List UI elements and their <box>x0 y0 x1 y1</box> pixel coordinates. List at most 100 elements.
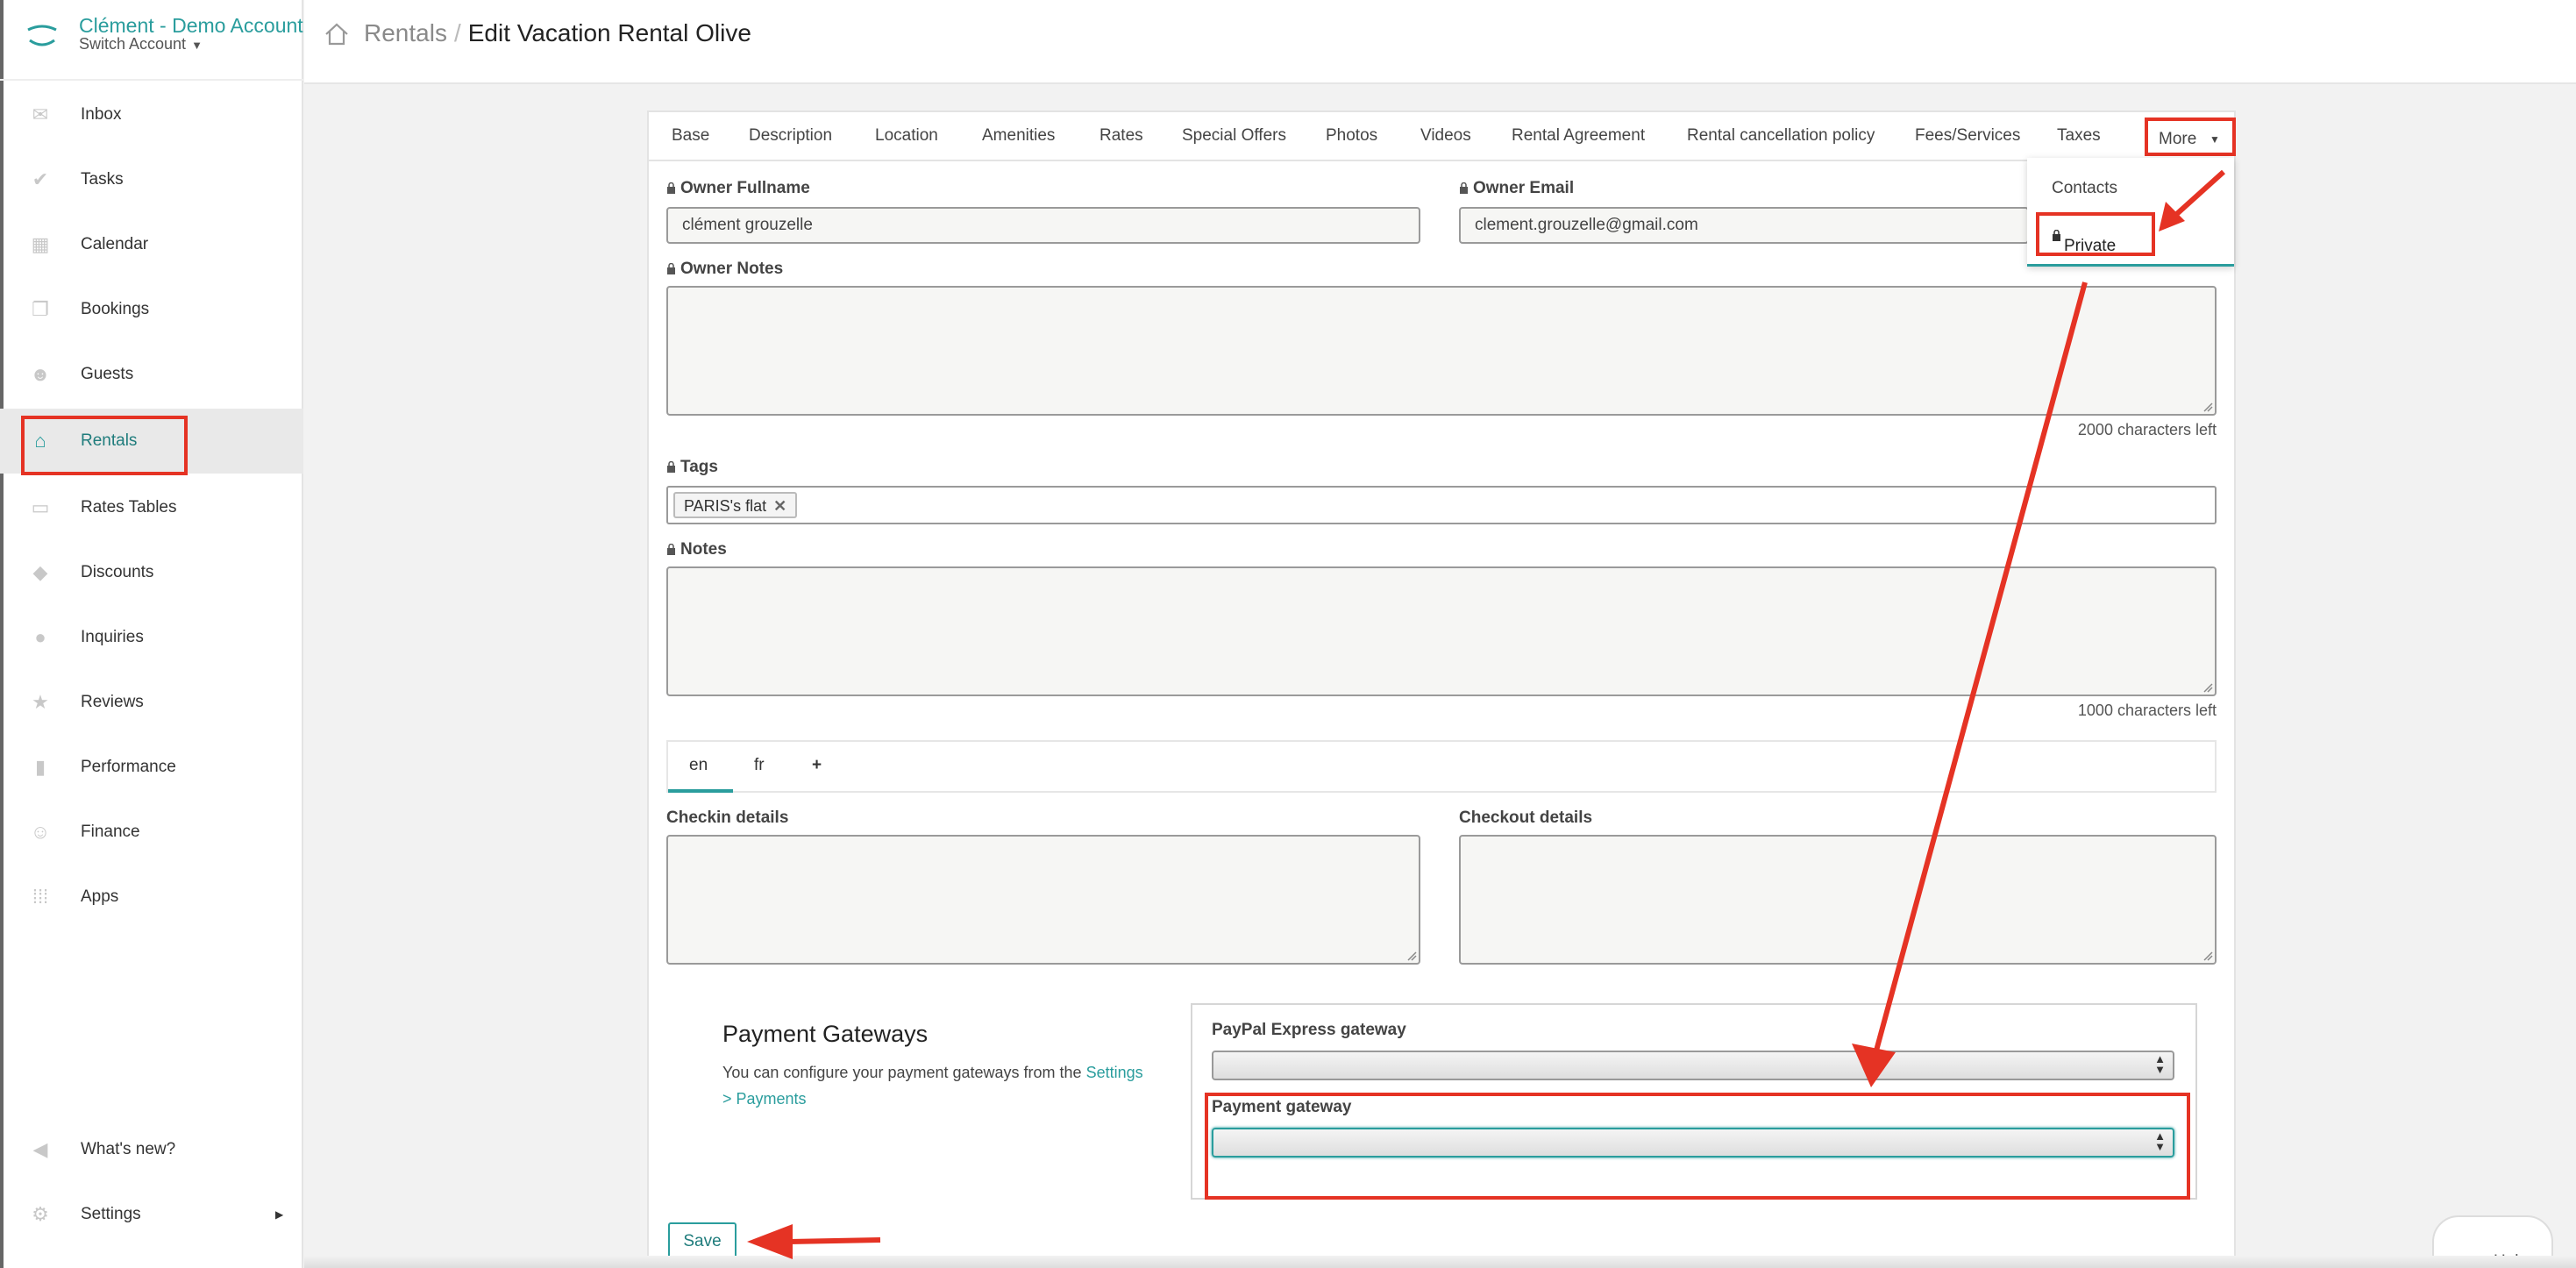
sidebar-item-label: Guests <box>81 365 134 383</box>
tab-fees-services[interactable]: Fees/Services <box>1915 126 2020 146</box>
home-icon[interactable] <box>324 21 350 47</box>
tab-description[interactable]: Description <box>749 126 832 146</box>
settings-payments-link[interactable]: Settings <box>1086 1064 1143 1081</box>
sidebar-item-label: Apps <box>81 887 119 906</box>
switch-account-link[interactable]: Switch Account ▼ <box>79 35 203 53</box>
lock-icon <box>1460 182 1468 194</box>
sidebar-item-label: Discounts <box>81 563 154 581</box>
account-switcher[interactable]: Clément - Demo Account Switch Account ▼ <box>0 0 303 81</box>
payment-gateways-panel: PayPal Express gateway ▲ ▼ Payment gatewa… <box>1191 1003 2197 1200</box>
tags-input[interactable]: PARIS's flat ✕ <box>666 486 2217 524</box>
sidebar-item-whats-new[interactable]: ◀ What's new? <box>0 1117 303 1182</box>
tab-lang-en[interactable]: en <box>689 756 708 775</box>
sidebar-item-tasks[interactable]: ✔ Tasks <box>0 147 303 212</box>
notes-label-text: Notes <box>680 540 727 559</box>
tab-lang-fr[interactable]: fr <box>754 756 765 775</box>
lock-icon <box>2053 230 2060 241</box>
logo-icon <box>27 25 57 46</box>
payment-desc-text: You can configure your payment gateways … <box>722 1064 1086 1081</box>
language-tabs: en fr + <box>666 740 2217 793</box>
tab-amenities[interactable]: Amenities <box>982 126 1055 146</box>
owner-email-input[interactable]: clement.grouzelle@gmail.com <box>1459 207 2029 244</box>
bar-chart-icon: ▮ <box>34 756 46 778</box>
sidebar-item-label: Settings <box>81 1205 141 1223</box>
sidebar-item-apps[interactable]: ⁞⁞⁞ Apps <box>0 865 303 930</box>
tab-photos[interactable]: Photos <box>1326 126 1377 146</box>
resize-grip-icon[interactable] <box>2202 951 2213 961</box>
calendar-icon: ▦ <box>31 233 50 255</box>
select-arrows-icon: ▲ ▼ <box>2154 1052 2166 1076</box>
tab-more-dropdown[interactable]: More ▼ <box>2145 118 2236 156</box>
sidebar: Clément - Demo Account Switch Account ▼ ✉… <box>0 0 303 1268</box>
users-icon: ☻ <box>30 363 51 385</box>
sidebar-item-performance[interactable]: ▮ Performance <box>0 735 303 800</box>
breadcrumb: Rentals / Edit Vacation Rental Olive <box>364 19 751 47</box>
sidebar-item-guests[interactable]: ☻ Guests <box>0 342 303 407</box>
gear-icon: ⚙ <box>32 1203 49 1225</box>
tags-label: Tags <box>666 458 718 477</box>
sidebar-item-rates-tables[interactable]: ▭ Rates Tables <box>0 475 303 540</box>
sidebar-item-label: Calendar <box>81 235 149 253</box>
owner-notes-textarea[interactable] <box>666 286 2217 416</box>
sidebar-item-bookings[interactable]: ❐ Bookings <box>0 277 303 342</box>
checkin-textarea[interactable] <box>666 835 1420 965</box>
lock-icon <box>667 182 675 194</box>
account-name[interactable]: Clément - Demo Account <box>79 14 303 38</box>
page-header: Rentals / Edit Vacation Rental Olive <box>304 0 2576 84</box>
tab-base[interactable]: Base <box>672 126 709 146</box>
sidebar-item-inquiries[interactable]: ● Inquiries <box>0 605 303 670</box>
owner-email-label: Owner Email <box>1459 179 1574 198</box>
check-icon: ✔ <box>32 168 49 190</box>
tab-more-label: More <box>2159 130 2197 148</box>
resize-grip-icon[interactable] <box>2202 402 2213 412</box>
resize-grip-icon[interactable] <box>1406 951 1417 961</box>
sidebar-item-settings[interactable]: ⚙ Settings ▶ <box>0 1182 303 1247</box>
sidebar-item-label: What's new? <box>81 1140 176 1158</box>
sidebar-item-calendar[interactable]: ▦ Calendar <box>0 212 303 277</box>
sidebar-item-label: Rates Tables <box>81 498 177 516</box>
paypal-gateway-label: PayPal Express gateway <box>1212 1021 1406 1039</box>
remove-tag-icon[interactable]: ✕ <box>773 497 786 515</box>
lock-icon <box>667 263 675 274</box>
paypal-gateway-select[interactable]: ▲ ▼ <box>1212 1051 2174 1080</box>
menu-item-contacts[interactable]: Contacts <box>2052 179 2117 198</box>
tag-chip: PARIS's flat ✕ <box>673 492 798 518</box>
sidebar-item-finance[interactable]: ☺ Finance <box>0 800 303 865</box>
owner-notes-label: Owner Notes <box>666 260 783 279</box>
tag-chip-label: PARIS's flat <box>684 497 767 515</box>
sidebar-item-reviews[interactable]: ★ Reviews <box>0 670 303 735</box>
tab-rental-cancellation-policy[interactable]: Rental cancellation policy <box>1687 126 1875 146</box>
settings-payments-link-cont[interactable]: > Payments <box>722 1090 807 1108</box>
owner-fullname-input[interactable]: clément grouzelle <box>666 207 1420 244</box>
money-icon: ▭ <box>31 496 50 518</box>
tab-rates[interactable]: Rates <box>1099 126 1143 146</box>
lock-icon <box>667 544 675 555</box>
switch-account-label: Switch Account <box>79 35 187 53</box>
annotation-box-rentals <box>21 416 188 475</box>
sidebar-item-label: Reviews <box>81 693 144 711</box>
tab-rental-agreement[interactable]: Rental Agreement <box>1512 126 1645 146</box>
megaphone-icon: ◀ <box>32 1138 48 1160</box>
breadcrumb-rentals-link[interactable]: Rentals <box>364 19 447 46</box>
checkout-label: Checkout details <box>1459 809 1593 827</box>
tab-location[interactable]: Location <box>875 126 938 146</box>
owner-fullname-label-text: Owner Fullname <box>680 179 810 197</box>
owner-fullname-label: Owner Fullname <box>666 179 810 198</box>
checkin-label: Checkin details <box>666 809 789 827</box>
sidebar-item-inbox[interactable]: ✉ Inbox <box>0 82 303 147</box>
tags-label-text: Tags <box>680 458 718 476</box>
checkout-textarea[interactable] <box>1459 835 2217 965</box>
sidebar-item-discounts[interactable]: ◆ Discounts <box>0 540 303 605</box>
notes-textarea[interactable] <box>666 566 2217 696</box>
menu-item-private[interactable]: Private <box>2036 212 2155 256</box>
add-language-icon[interactable]: + <box>812 756 822 775</box>
sidebar-item-label: Bookings <box>81 300 150 318</box>
tab-taxes[interactable]: Taxes <box>2057 126 2101 146</box>
tab-special-offers[interactable]: Special Offers <box>1182 126 1286 146</box>
tab-videos[interactable]: Videos <box>1420 126 1471 146</box>
payment-gateway-select[interactable]: ▲ ▼ <box>1212 1128 2174 1158</box>
select-arrows-icon: ▲ ▼ <box>2154 1129 2166 1153</box>
page-bottom-fade <box>304 1256 2576 1268</box>
resize-grip-icon[interactable] <box>2202 682 2213 693</box>
tag-icon: ◆ <box>32 561 48 583</box>
